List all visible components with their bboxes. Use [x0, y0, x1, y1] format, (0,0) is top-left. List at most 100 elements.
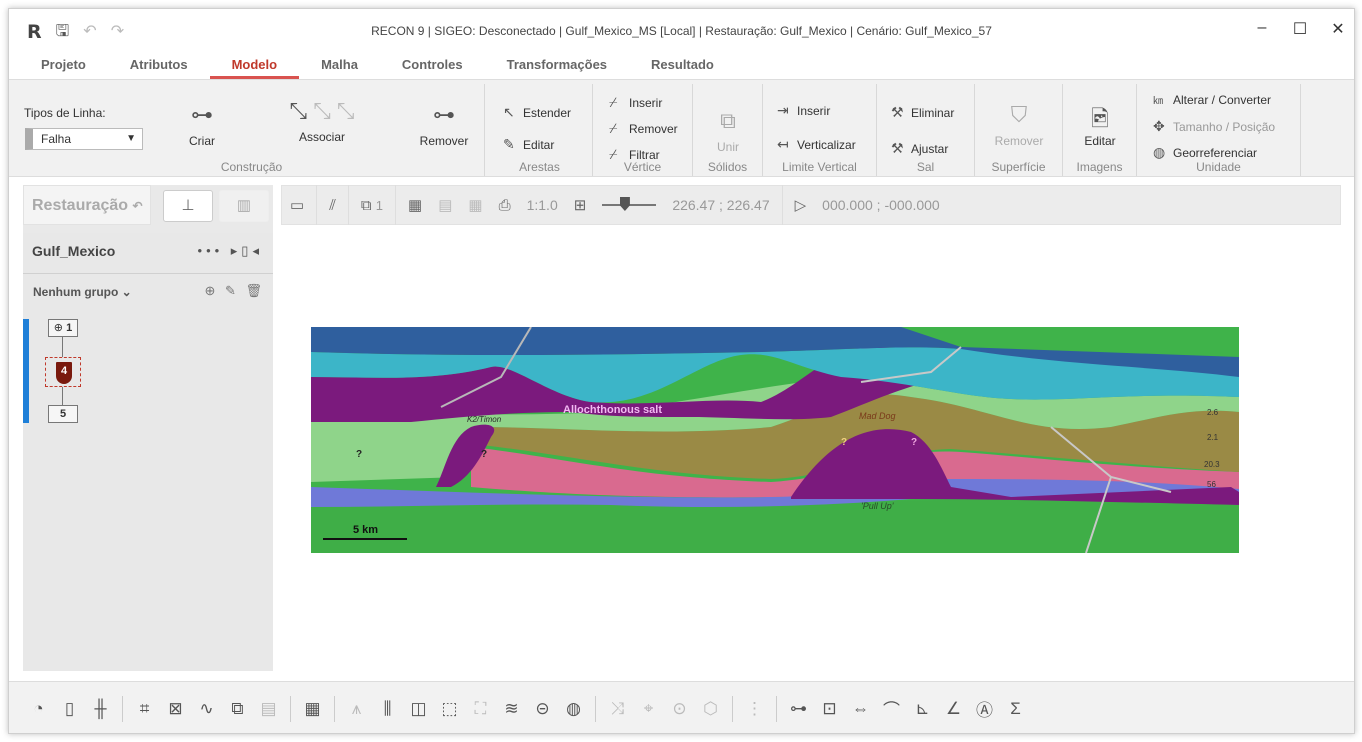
editar-imagem-button[interactable]: 🖻 Editar: [1075, 102, 1125, 148]
axis-icon[interactable]: ⊾: [907, 699, 938, 719]
group-tools[interactable]: ⊕ ✎ 🗑: [204, 283, 265, 299]
ajustar-button[interactable]: ⚒ Ajustar: [891, 140, 948, 157]
tower-icon[interactable]: ⩚: [341, 699, 372, 719]
grid-overlay-icon[interactable]: ▤: [430, 196, 460, 214]
branch-icon[interactable]: ⤨: [602, 699, 633, 719]
group-imagens: 🖻 Editar Imagens: [1063, 84, 1137, 176]
fit-view-icon[interactable]: ⊞: [566, 196, 595, 214]
compass-icon[interactable]: ⊙: [664, 699, 695, 719]
group-superficie: ⛉ Remover Superfície: [975, 84, 1063, 176]
remover-superficie-button[interactable]: ⛉ Remover: [989, 102, 1049, 148]
grid-icon[interactable]: ▦: [400, 196, 430, 214]
panel-icon[interactable]: ◫: [403, 699, 434, 719]
line-type-select[interactable]: Falha ▼: [25, 128, 143, 150]
globe-pin-icon[interactable]: ◍: [558, 699, 589, 719]
parallel-lines-icon[interactable]: ⫽: [321, 197, 344, 214]
criar-button[interactable]: ⊶ Criar: [177, 102, 227, 148]
print-icon[interactable]: ⎙: [491, 197, 519, 214]
canvas[interactable]: Allochthonous salt K2/Timon Mad Dog 'Pul…: [281, 225, 1341, 677]
ruler-vertical-icon[interactable]: ▯: [54, 699, 85, 719]
alterar-converter-button[interactable]: ㎞ Alterar / Converter: [1153, 92, 1271, 107]
project-menu-icons[interactable]: ••• ▸▯◂: [198, 243, 263, 259]
associar-label: Associar: [298, 130, 345, 144]
project-name: Gulf_Mexico: [32, 243, 116, 259]
inserir-vertice-button[interactable]: ⌿ Inserir: [609, 94, 662, 111]
label-allochthonous-salt: Allochthonous salt: [563, 404, 662, 416]
group-selector[interactable]: Nenhum grupo ⌄: [33, 285, 132, 299]
tab-transformacoes[interactable]: Transformações: [485, 55, 629, 79]
georreferenciar-button[interactable]: ◍ Georreferenciar: [1153, 144, 1257, 161]
node-1[interactable]: ⊕ 1: [48, 319, 78, 337]
inserir-limite-button[interactable]: ⇥ Inserir: [777, 102, 830, 119]
group-selector-label: Nenhum grupo: [33, 285, 119, 299]
redo-icon[interactable]: ↷: [111, 24, 124, 40]
cursor-icon[interactable]: ▷: [787, 196, 815, 214]
resize-icon: ✥: [1153, 118, 1165, 134]
measure-grid-icon[interactable]: ╫: [85, 699, 116, 719]
tab-resultado[interactable]: Resultado: [629, 55, 736, 79]
layers-icon[interactable]: ⧉: [222, 699, 253, 719]
angle-icon[interactable]: ∠: [938, 699, 969, 719]
associar-button[interactable]: ⤡ ⤡ ⤡ Associar: [247, 98, 397, 144]
group-sal: ⚒ Eliminar ⚒ Ajustar Sal: [877, 84, 975, 176]
grid-edit-icon[interactable]: ▦: [460, 196, 490, 214]
verticalizar-button[interactable]: ↤ Verticalizar: [777, 136, 856, 153]
save-icon[interactable]: 🖫: [56, 24, 70, 40]
zoom-slider-thumb[interactable]: [619, 197, 630, 211]
tab-modelo[interactable]: Modelo: [209, 55, 300, 79]
remover-vertice-button[interactable]: ⌿ Remover: [609, 120, 678, 137]
well-icon[interactable]: ⫼: [372, 699, 403, 719]
polygon-icon[interactable]: ⌗: [129, 699, 160, 719]
close-button[interactable]: ✕: [1330, 19, 1346, 39]
frame-icon[interactable]: ▤: [253, 699, 284, 719]
cube-icon[interactable]: ⬡: [695, 699, 726, 719]
undo-icon[interactable]: ↶: [83, 24, 96, 40]
label-ratio-4: 56: [1207, 480, 1216, 489]
target-icon: ⊕: [53, 322, 64, 334]
remove-line-icon: ⊶: [433, 102, 455, 127]
layer-count: 1: [375, 197, 384, 213]
tab-malha[interactable]: Malha: [299, 55, 380, 79]
restauracao-button[interactable]: Restauração ↶: [23, 185, 151, 225]
remover-button[interactable]: ⊶ Remover: [414, 102, 474, 148]
map-pin-icon[interactable]: ⌖: [633, 699, 664, 719]
polyline-icon[interactable]: ∿: [191, 699, 222, 719]
eliminar-button[interactable]: ⚒ Eliminar: [891, 104, 954, 121]
eliminate-salt-icon: ⚒: [891, 104, 904, 120]
section-icon: ▥: [236, 197, 252, 214]
pie-chart-icon[interactable]: ◔: [23, 699, 54, 719]
select-box-icon[interactable]: ⬚: [434, 699, 465, 719]
horizon-icon[interactable]: ≋: [496, 699, 527, 719]
chevron-down-icon: ▼: [126, 133, 136, 144]
connect-icon[interactable]: ⊶: [783, 699, 814, 719]
image-settings-icon[interactable]: ⊡: [814, 699, 845, 719]
editar-aresta-button[interactable]: ✎ Editar: [503, 136, 554, 153]
group-arestas: ↖ Estender ✎ Editar Arestas: [487, 84, 593, 176]
section-view-button[interactable]: ▥: [219, 190, 269, 222]
surface-icon[interactable]: ⛶: [465, 699, 496, 719]
node-4-active[interactable]: 4: [45, 357, 81, 387]
grid-table-icon[interactable]: ▦: [297, 699, 328, 719]
rotate-icon[interactable]: ⊝: [527, 699, 558, 719]
minimize-button[interactable]: –: [1254, 19, 1270, 39]
maximize-button[interactable]: ☐: [1292, 19, 1308, 39]
tab-projeto[interactable]: Projeto: [9, 55, 108, 79]
tamanho-posicao-button[interactable]: ✥ Tamanho / Posição: [1153, 118, 1275, 135]
sum-icon[interactable]: Σ: [1000, 699, 1031, 719]
unir-button[interactable]: ⧉ Unir: [703, 108, 753, 154]
tab-atributos[interactable]: Atributos: [108, 55, 210, 79]
node-5[interactable]: 5: [48, 405, 78, 423]
vertical-dots-icon[interactable]: ⋮: [739, 699, 770, 719]
annotation-icon[interactable]: Ⓐ: [969, 696, 1000, 721]
profile-icon[interactable]: ⌒: [876, 696, 907, 721]
tab-controles[interactable]: Controles: [380, 55, 485, 79]
zoom-slider[interactable]: [602, 197, 657, 211]
cross-section[interactable]: Allochthonous salt K2/Timon Mad Dog 'Pul…: [311, 327, 1239, 553]
globe-icon: ◍: [1153, 144, 1166, 160]
box-icon[interactable]: ⊠: [160, 699, 191, 719]
estender-button[interactable]: ↖ Estender: [503, 104, 571, 121]
width-icon[interactable]: ⇔: [845, 699, 876, 719]
ruler-icon[interactable]: ▭: [282, 196, 312, 214]
tree-view-button[interactable]: ⊥: [163, 190, 213, 222]
layers-icon[interactable]: ⧉ 1: [353, 197, 391, 214]
